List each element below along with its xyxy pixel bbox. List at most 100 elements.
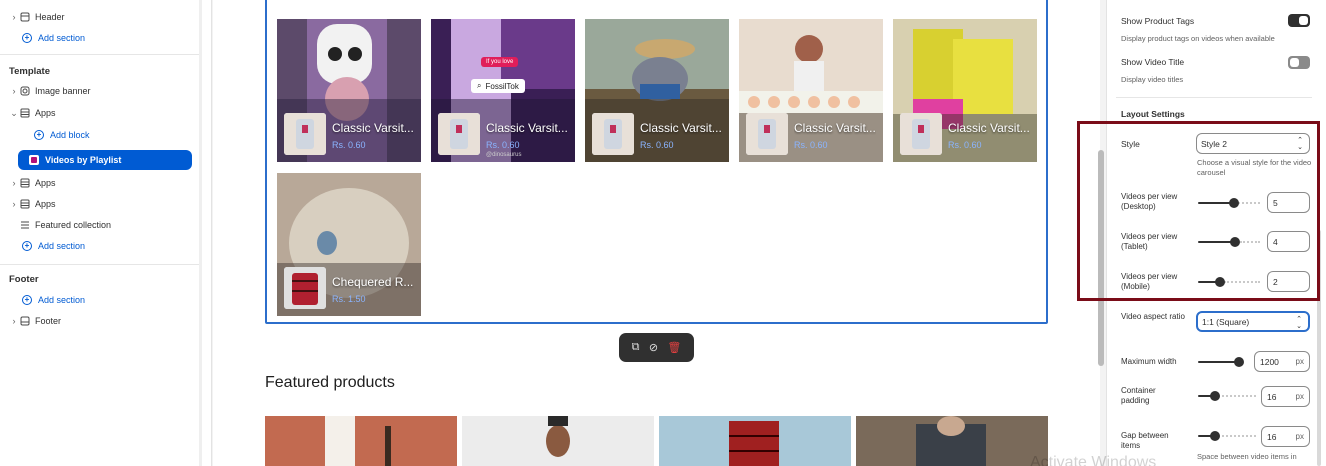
container-padding-slider[interactable] <box>1198 391 1256 401</box>
video-product-price: Rs. 0.60 <box>948 140 982 150</box>
tree-item-label: Videos by Playlist <box>45 155 122 165</box>
search-icon: ⌕ <box>477 81 482 90</box>
add-section-button[interactable]: + Add section <box>22 28 85 48</box>
container-padding-label: Container padding <box>1121 386 1156 405</box>
gap-input[interactable]: 16 px <box>1261 426 1310 447</box>
tree-item-apps[interactable]: › Apps <box>9 173 56 193</box>
add-block-button[interactable]: + Add block <box>34 125 90 145</box>
video-product-price: Rs. 0.60 <box>640 140 674 150</box>
video-tile[interactable]: Classic Varsit... Rs. 0.60 <box>277 19 421 162</box>
divider <box>1116 97 1312 98</box>
gap-slider[interactable] <box>1198 431 1256 441</box>
tree-item-label: Apps <box>35 108 56 118</box>
product-card[interactable] <box>265 416 457 466</box>
product-card[interactable] <box>659 416 851 466</box>
tree-item-label: Footer <box>35 316 62 326</box>
product-card[interactable] <box>856 416 1048 466</box>
tree-item-header[interactable]: › Header <box>9 7 65 27</box>
video-aspect-ratio-select[interactable]: 1:1 (Square) ⌃ ⌄ <box>1196 311 1310 332</box>
product-image <box>659 416 851 466</box>
video-product-title: Classic Varsit... <box>640 121 722 135</box>
overlay-tag-label: If you love <box>481 57 519 67</box>
activate-windows-watermark: Activate Windows <box>1030 454 1157 466</box>
product-thumbnail <box>438 113 480 155</box>
video-product-price: Rs. 0.60 <box>332 140 366 150</box>
maximum-width-label: Maximum width <box>1121 357 1177 366</box>
show-video-title-label: Show Video Title <box>1121 57 1185 67</box>
chevron-down-icon[interactable]: ⌄ <box>9 108 19 119</box>
video-aspect-ratio-label: Video aspect ratio <box>1121 312 1185 321</box>
overlay-handle: @dinosaurus <box>486 152 522 158</box>
add-section-button[interactable]: + Add section <box>22 236 85 256</box>
video-product-title: Chequered R... <box>332 275 414 289</box>
tree-item-label: Apps <box>35 199 56 209</box>
maximum-width-input[interactable]: 1200 px <box>1254 351 1310 372</box>
unit-label: px <box>1295 357 1304 366</box>
video-tile[interactable]: If you love ⌕ FossilTok Classic Varsit..… <box>431 19 575 162</box>
video-product-title: Classic Varsit... <box>794 121 876 135</box>
slider-handle[interactable] <box>1234 357 1244 367</box>
add-section-label: Add section <box>38 241 86 251</box>
maximum-width-slider[interactable] <box>1198 357 1248 367</box>
overlay-search-pill: ⌕ FossilTok <box>471 79 525 93</box>
plus-circle-icon: + <box>22 33 32 43</box>
annotation-highlight-box <box>1077 121 1320 301</box>
tree-item-videos-by-playlist[interactable]: Videos by Playlist <box>18 150 192 170</box>
select-chevron-icon: ⌃ ⌄ <box>1296 316 1302 330</box>
plus-circle-icon: + <box>34 130 44 140</box>
product-image <box>462 416 654 466</box>
show-product-tags-toggle[interactable] <box>1288 14 1310 27</box>
product-thumbnail <box>284 267 326 309</box>
product-card[interactable] <box>462 416 654 466</box>
layout-icon <box>19 12 30 23</box>
toggle-knob <box>1290 58 1299 67</box>
unit-label: px <box>1295 392 1304 401</box>
video-tile[interactable]: Chequered R... Rs. 1.50 <box>277 173 421 316</box>
block-floating-toolbar: ⧉ ⊘ 🗑 <box>619 333 694 362</box>
theme-editor: › Header + Add section Template › Image … <box>0 0 1326 466</box>
duplicate-icon[interactable]: ⧉ <box>632 341 640 354</box>
show-product-tags-label: Show Product Tags <box>1121 16 1195 26</box>
video-product-price: Rs. 0.60 <box>486 140 520 150</box>
product-thumbnail <box>900 113 942 155</box>
section-tree-sidebar: › Header + Add section Template › Image … <box>0 0 212 466</box>
chevron-right-icon[interactable]: › <box>9 199 19 209</box>
delete-icon[interactable]: 🗑 <box>667 341 681 354</box>
video-product-price: Rs. 0.60 <box>794 140 828 150</box>
tree-item-label: Header <box>35 12 65 22</box>
hide-eye-icon[interactable]: ⊘ <box>649 341 658 354</box>
add-section-label: Add section <box>38 295 86 305</box>
tree-item-featured-collection[interactable]: Featured collection <box>19 215 111 235</box>
container-padding-input[interactable]: 16 px <box>1261 386 1310 407</box>
tree-item-apps[interactable]: › Apps <box>9 194 56 214</box>
show-video-title-toggle[interactable] <box>1288 56 1310 69</box>
tree-item-footer[interactable]: › Footer <box>9 311 62 331</box>
tree-item-image-banner[interactable]: › Image banner <box>9 81 91 101</box>
slider-handle[interactable] <box>1210 431 1220 441</box>
overlay-search-text: FossilTok <box>485 81 519 91</box>
plus-circle-icon: + <box>22 295 32 305</box>
video-tile[interactable]: Classic Varsit... Rs. 0.60 <box>893 19 1037 162</box>
divider <box>0 54 200 55</box>
show-video-title-help: Display video titles <box>1121 75 1184 84</box>
show-product-tags-help: Display product tags on videos when avai… <box>1121 34 1275 43</box>
slider-handle[interactable] <box>1210 391 1220 401</box>
input-value: 1200 <box>1260 356 1279 367</box>
apps-icon <box>19 108 30 119</box>
apps-icon <box>19 178 30 189</box>
divider <box>0 264 200 265</box>
tree-item-apps[interactable]: ⌄ Apps <box>9 103 56 123</box>
aspect-select-value: 1:1 (Square) <box>1202 316 1250 327</box>
add-section-button[interactable]: + Add section <box>22 290 85 310</box>
chevron-right-icon[interactable]: › <box>9 12 19 22</box>
chevron-right-icon[interactable]: › <box>9 178 19 188</box>
plus-circle-icon: + <box>22 241 32 251</box>
input-value: 16 <box>1267 431 1277 442</box>
video-tile[interactable]: Classic Varsit... Rs. 0.60 <box>585 19 729 162</box>
product-image <box>265 416 457 466</box>
storefront-preview: Classic Varsit... Rs. 0.60 If you love ⌕… <box>213 0 1100 466</box>
video-tile[interactable]: Classic Varsit... Rs. 0.60 <box>739 19 883 162</box>
sidebar-scrollbar[interactable] <box>199 0 202 466</box>
chevron-right-icon[interactable]: › <box>9 316 19 326</box>
chevron-right-icon[interactable]: › <box>9 86 19 96</box>
